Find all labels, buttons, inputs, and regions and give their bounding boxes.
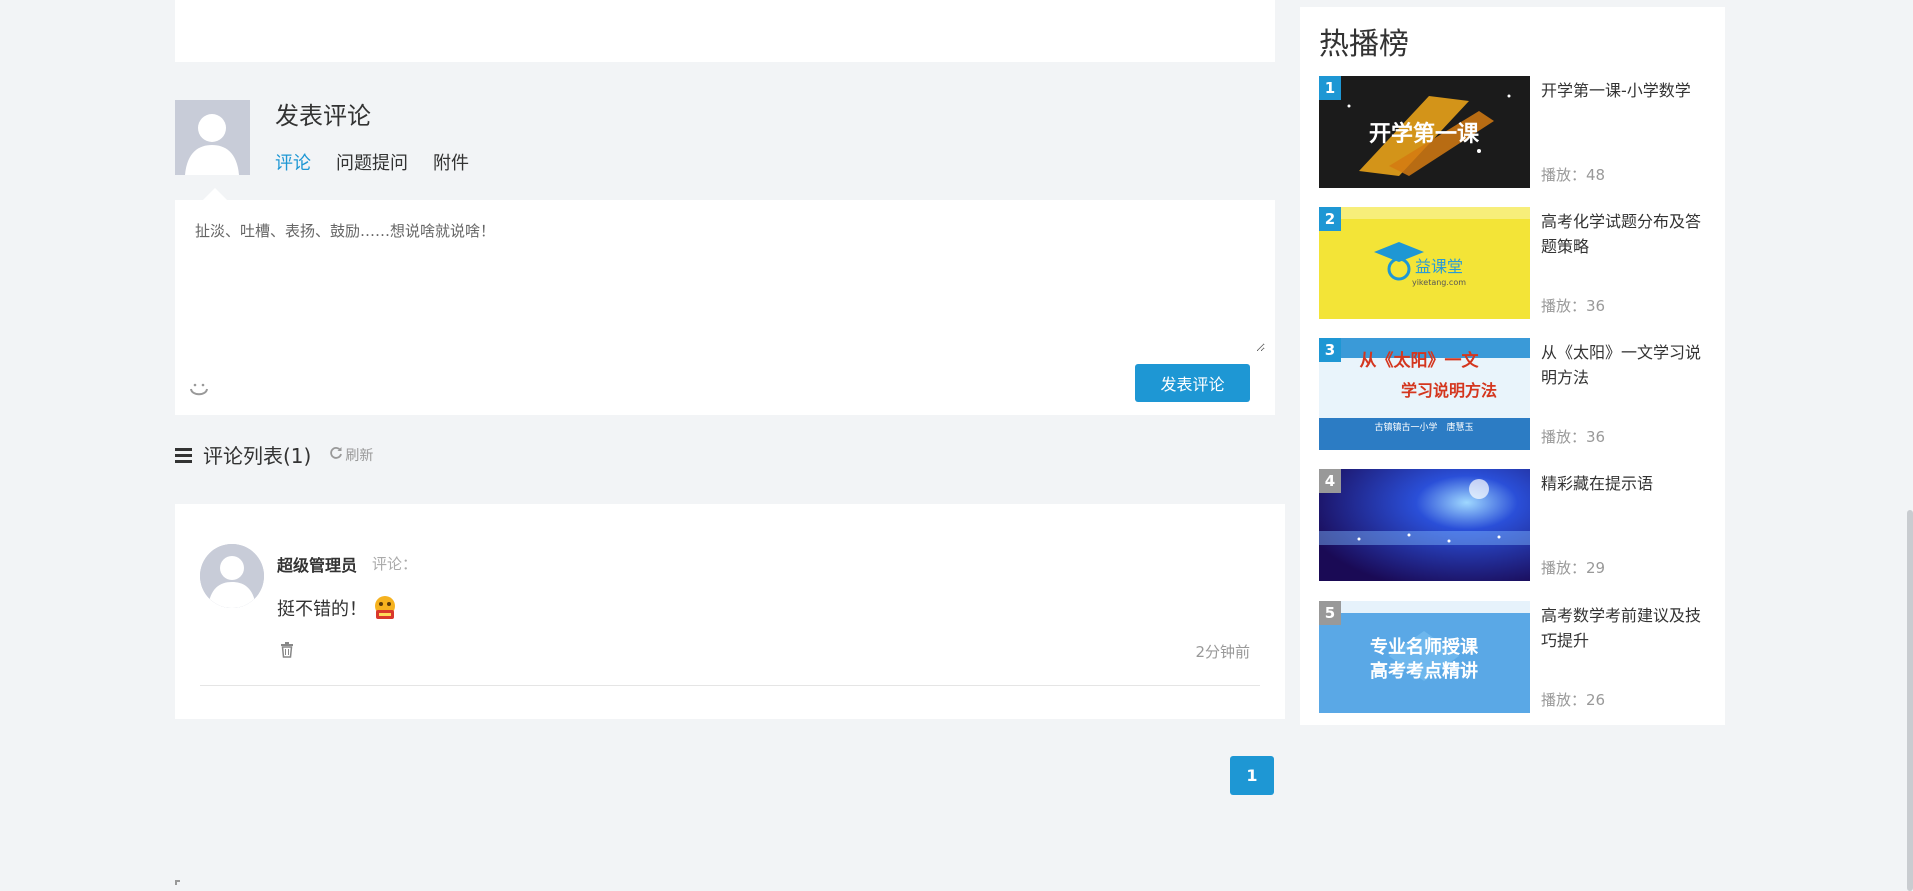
page-button-1[interactable]: 1 (1230, 756, 1274, 795)
video-thumbnail[interactable]: 专业名师授课 高考考点精讲 5 (1319, 601, 1530, 713)
thumbnail-caption: 益课堂 (1415, 257, 1463, 276)
play-count: 播放：26 (1541, 691, 1606, 709)
video-title[interactable]: 精彩藏在提示语 (1541, 471, 1716, 496)
smile-icon[interactable] (187, 377, 211, 401)
refresh-icon (329, 446, 343, 464)
video-title[interactable]: 高考化学试题分布及答题策略 (1541, 209, 1716, 259)
refresh-label: 刷新 (345, 447, 374, 464)
comment-author[interactable]: 超级管理员 (277, 552, 357, 576)
trash-icon[interactable] (280, 642, 294, 658)
comment-input[interactable] (185, 210, 1265, 352)
video-title[interactable]: 高考数学考前建议及技巧提升 (1541, 603, 1716, 653)
comment-list: 超级管理员 评论： 挺不错的！ 2分钟前 (175, 504, 1285, 719)
play-count: 播放：36 (1541, 297, 1606, 315)
content-top-panel (175, 0, 1275, 62)
commenter-avatar (200, 544, 264, 608)
thumbnail-caption: 学习说明方法 (1401, 381, 1497, 400)
thumbnail-caption: 开学第一课 (1369, 121, 1480, 147)
page-scrollbar[interactable] (1907, 510, 1913, 891)
comment-text: 挺不错的！ (277, 599, 367, 620)
video-title[interactable]: 从《太阳》一文学习说明方法 (1541, 340, 1716, 390)
hot-list-item[interactable]: 专业名师授课 高考考点精讲 5 高考数学考前建议及技巧提升 播放：26 (1319, 601, 1719, 713)
hot-list-item[interactable]: 从《太阳》一文 学习说明方法 古镇镇古一小学 唐慧玉 3 从《太阳》一文学习说明… (1319, 338, 1719, 450)
video-title[interactable]: 开学第一课-小学数学 (1541, 78, 1716, 103)
thumbnail-caption: 专业名师授课 (1370, 636, 1479, 658)
comment-list-header: 评论列表(1) 刷新 (175, 440, 373, 469)
comment-time: 2分钟前 (1195, 643, 1250, 661)
video-thumbnail[interactable]: 从《太阳》一文 学习说明方法 古镇镇古一小学 唐慧玉 3 (1319, 338, 1530, 450)
composer-tabs: 评论 问题提问 附件 (275, 152, 469, 176)
comment-composer-header: 发表评论 评论 问题提问 附件 (175, 100, 1275, 200)
play-count: 播放：29 (1541, 559, 1606, 577)
thumbnail-caption: 高考考点精讲 (1370, 660, 1478, 682)
list-icon (175, 447, 193, 463)
rank-badge: 1 (1319, 76, 1341, 100)
rank-badge: 2 (1319, 207, 1341, 231)
video-thumbnail[interactable]: 益课堂 yiketang.com 2 (1319, 207, 1530, 319)
play-count: 播放：48 (1541, 166, 1606, 184)
comment-composer: 发表评论 (175, 188, 1275, 415)
play-count: 播放：36 (1541, 428, 1606, 446)
refresh-button[interactable]: 刷新 (329, 445, 373, 465)
rank-badge: 3 (1319, 338, 1341, 362)
hot-list-item[interactable]: 4 精彩藏在提示语 播放：29 (1319, 469, 1719, 581)
tab-comment[interactable]: 评论 (275, 152, 311, 176)
submit-comment-button[interactable]: 发表评论 (1135, 364, 1250, 402)
resize-corner (175, 880, 180, 885)
tab-attachment[interactable]: 附件 (433, 152, 469, 176)
tab-question[interactable]: 问题提问 (336, 152, 408, 176)
hot-list-title: 热播榜 (1319, 27, 1409, 62)
video-thumbnail[interactable]: 4 (1319, 469, 1530, 581)
hot-list-item[interactable]: 益课堂 yiketang.com 2 高考化学试题分布及答题策略 播放：36 (1319, 207, 1719, 319)
comment-body: 挺不错的！ (277, 594, 399, 622)
composer-title: 发表评论 (275, 102, 371, 130)
rank-badge: 4 (1319, 469, 1341, 493)
thumbnail-caption: yiketang.com (1412, 278, 1466, 287)
thumbnail-caption: 从《太阳》一文 (1360, 350, 1480, 371)
comment-list-title: 评论列表(1) (203, 444, 312, 468)
thumbnail-caption: 古镇镇古一小学 唐慧玉 (1374, 421, 1473, 433)
comment-item: 超级管理员 评论： 挺不错的！ 2分钟前 (200, 544, 1260, 686)
comment-verb: 评论： (372, 555, 418, 573)
page: 发表评论 评论 问题提问 附件 发表评论 评论列表(1) (0, 0, 1913, 891)
thumbs-up-emoji-icon (371, 594, 399, 622)
hot-list-item[interactable]: 开学第一课 1 开学第一课-小学数学 播放：48 (1319, 76, 1719, 188)
user-avatar (175, 100, 250, 175)
hot-list-sidebar: 热播榜 开学第一课 1 开学第一课-小学数学 播放：48 益课堂 yiketan… (1300, 7, 1725, 725)
rank-badge: 5 (1319, 601, 1341, 625)
video-thumbnail[interactable]: 开学第一课 1 (1319, 76, 1530, 188)
